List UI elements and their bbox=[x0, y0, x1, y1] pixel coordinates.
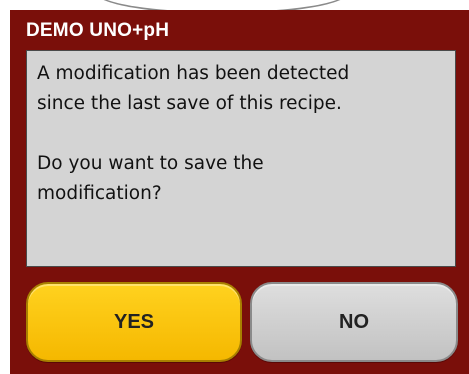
background-curve bbox=[95, 0, 349, 10]
yes-button-label: YES bbox=[113, 310, 155, 333]
message-line: since the last save of this recipe. bbox=[37, 93, 342, 114]
message-line: modification? bbox=[37, 183, 162, 204]
message-box: A modification has been detected since t… bbox=[26, 50, 456, 267]
dialog-title: DEMO UNO+pH bbox=[26, 20, 170, 41]
no-button-label: NO bbox=[339, 310, 369, 333]
message-line: Do you want to save the bbox=[37, 153, 264, 174]
no-button[interactable]: NO bbox=[250, 282, 458, 362]
background-strip bbox=[0, 0, 469, 10]
confirmation-dialog: DEMO UNO+pH A modification has been dete… bbox=[10, 10, 469, 374]
message-line: A modification has been detected bbox=[37, 63, 350, 84]
yes-button[interactable]: YES bbox=[26, 282, 242, 362]
